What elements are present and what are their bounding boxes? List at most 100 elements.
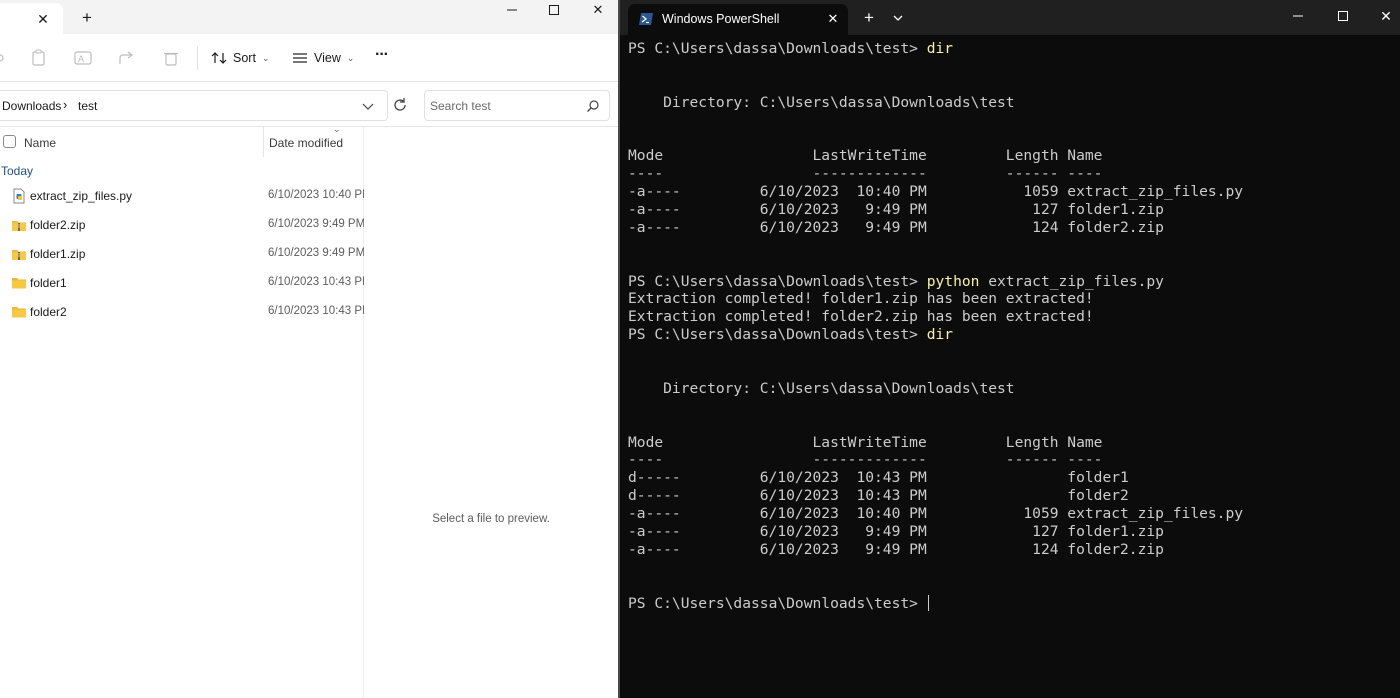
sort-icon xyxy=(211,52,227,64)
terminal-output-line: d----- 6/10/2023 10:43 PM folder2 xyxy=(628,487,1129,505)
address-row: Downloads › test xyxy=(0,82,618,127)
terminal-prompt-line: PS C:\Users\dassa\Downloads\test> xyxy=(628,594,1398,613)
copy-icon[interactable] xyxy=(29,48,49,68)
maximize-icon[interactable] xyxy=(1333,6,1353,26)
search-icon[interactable] xyxy=(586,99,600,113)
file-name: folder1 xyxy=(30,276,67,290)
list-item[interactable]: folder1.zip 6/10/2023 9:49 PM xyxy=(0,240,364,268)
close-window-icon[interactable]: ✕ xyxy=(1376,6,1396,26)
file-explorer-window: ✕ + ✕ A Sort ⌄ View ⌄ ··· Downloads › te… xyxy=(0,0,618,698)
list-item[interactable]: extract_zip_files.py 6/10/2023 10:40 PM xyxy=(0,182,364,210)
group-header-today[interactable]: Today xyxy=(1,164,33,178)
terminal-output-line: -a---- 6/10/2023 9:49 PM 127 folder1.zip xyxy=(628,523,1164,541)
terminal-output-line: Mode LastWriteTime Length Name xyxy=(628,147,1103,165)
cut-icon[interactable] xyxy=(0,48,10,68)
column-header-date-modified[interactable]: Date modified xyxy=(269,136,343,150)
explorer-toolbar: A Sort ⌄ View ⌄ ··· xyxy=(0,34,618,82)
file-name: folder2 xyxy=(30,305,67,319)
address-bar[interactable]: Downloads › test xyxy=(0,90,388,121)
file-date: 6/10/2023 9:49 PM xyxy=(268,218,364,230)
prompt-text: PS C:\Users\dassa\Downloads\test> xyxy=(628,40,927,57)
chevron-down-icon: ⌄ xyxy=(346,52,355,63)
terminal-tab[interactable]: Windows PowerShell ✕ xyxy=(628,4,848,35)
list-item[interactable]: folder2 6/10/2023 10:43 PM xyxy=(0,298,364,326)
command-text: dir xyxy=(926,326,954,344)
file-name: extract_zip_files.py xyxy=(30,189,133,203)
command-args: extract_zip_files.py xyxy=(979,272,1164,290)
view-label: View xyxy=(314,51,341,65)
zip-folder-icon xyxy=(11,246,27,262)
python-file-icon xyxy=(11,188,27,204)
terminal-titlebar: Windows PowerShell ✕ + ✕ xyxy=(620,0,1400,35)
breadcrumb-separator-icon: › xyxy=(63,97,68,112)
list-item[interactable]: folder2.zip 6/10/2023 9:49 PM xyxy=(0,211,364,239)
prompt-text: PS C:\Users\dassa\Downloads\test> xyxy=(628,326,927,344)
refresh-icon[interactable] xyxy=(391,96,409,114)
more-options-button[interactable]: ··· xyxy=(375,46,389,64)
terminal-output-line: ---- ------------- ------ ---- xyxy=(628,165,1103,183)
column-divider[interactable] xyxy=(263,127,264,157)
terminal-output-line: d----- 6/10/2023 10:43 PM folder1 xyxy=(628,469,1129,487)
terminal-output-line: -a---- 6/10/2023 10:40 PM 1059 extract_z… xyxy=(628,505,1244,523)
preview-pane: Select a file to preview. xyxy=(364,127,618,698)
folder-icon xyxy=(11,304,27,320)
column-header-name[interactable]: Name xyxy=(24,136,56,150)
view-button[interactable]: View ⌄ xyxy=(292,48,354,68)
column-header-row: Name Date modified ⌄ xyxy=(0,124,364,157)
close-window-icon[interactable]: ✕ xyxy=(588,0,608,20)
terminal-tab-title: Windows PowerShell xyxy=(662,12,780,26)
new-tab-icon[interactable]: + xyxy=(860,8,878,27)
terminal-output-line: Directory: C:\Users\dassa\Downloads\test xyxy=(628,93,1015,111)
close-tab-icon[interactable]: ✕ xyxy=(824,10,842,28)
close-tab-icon[interactable]: ✕ xyxy=(34,10,52,28)
breadcrumb-test[interactable]: test xyxy=(78,99,97,113)
terminal-output-line: Mode LastWriteTime Length Name xyxy=(628,433,1103,451)
sort-button[interactable]: Sort ⌄ xyxy=(211,48,269,68)
preview-placeholder-text: Select a file to preview. xyxy=(432,513,550,525)
address-dropdown-icon[interactable] xyxy=(360,98,376,114)
maximize-icon[interactable] xyxy=(544,0,564,20)
rename-icon[interactable]: A xyxy=(73,48,93,68)
delete-icon[interactable] xyxy=(161,48,181,68)
powershell-icon xyxy=(638,12,654,26)
file-name: folder2.zip xyxy=(30,218,86,232)
terminal-prompt-line: PS C:\Users\dassa\Downloads\test> python… xyxy=(628,273,1398,291)
terminal-output-line: ---- ------------- ------ ---- xyxy=(628,451,1103,469)
sort-indicator-icon: ⌄ xyxy=(333,124,341,134)
minimize-icon[interactable] xyxy=(1288,6,1308,26)
view-icon xyxy=(293,53,307,63)
terminal-window: Windows PowerShell ✕ + ✕ PS C:\Users\das… xyxy=(620,0,1400,698)
toolbar-divider xyxy=(197,46,198,70)
file-date: 6/10/2023 10:43 PM xyxy=(268,276,364,288)
new-tab-icon[interactable]: + xyxy=(78,8,96,27)
prompt-text: PS C:\Users\dassa\Downloads\test> xyxy=(628,594,927,612)
chevron-down-icon: ⌄ xyxy=(261,52,270,63)
search-input[interactable] xyxy=(430,96,580,116)
terminal-prompt-line: PS C:\Users\dassa\Downloads\test> dir xyxy=(628,326,1398,344)
command-text: python xyxy=(926,272,980,290)
breadcrumb-downloads[interactable]: Downloads xyxy=(2,99,61,113)
explorer-tab[interactable]: ✕ xyxy=(0,3,63,34)
command-text: dir xyxy=(926,40,954,57)
minimize-icon[interactable] xyxy=(502,0,522,20)
terminal-prompt-line: PS C:\Users\dassa\Downloads\test> dir xyxy=(628,40,1398,58)
terminal-output-line: -a---- 6/10/2023 10:40 PM 1059 extract_z… xyxy=(628,183,1244,201)
terminal-output[interactable]: PS C:\Users\dassa\Downloads\test> dir Di… xyxy=(628,40,1398,613)
list-item[interactable]: folder1 6/10/2023 10:43 PM xyxy=(0,269,364,297)
file-date: 6/10/2023 10:40 PM xyxy=(268,189,364,201)
tab-dropdown-icon[interactable] xyxy=(890,9,906,27)
share-icon[interactable] xyxy=(117,48,137,68)
select-all-checkbox[interactable] xyxy=(3,135,16,148)
svg-text:A: A xyxy=(78,54,84,64)
file-date: 6/10/2023 10:43 PM xyxy=(268,305,364,317)
explorer-titlebar: ✕ + ✕ xyxy=(0,0,618,34)
